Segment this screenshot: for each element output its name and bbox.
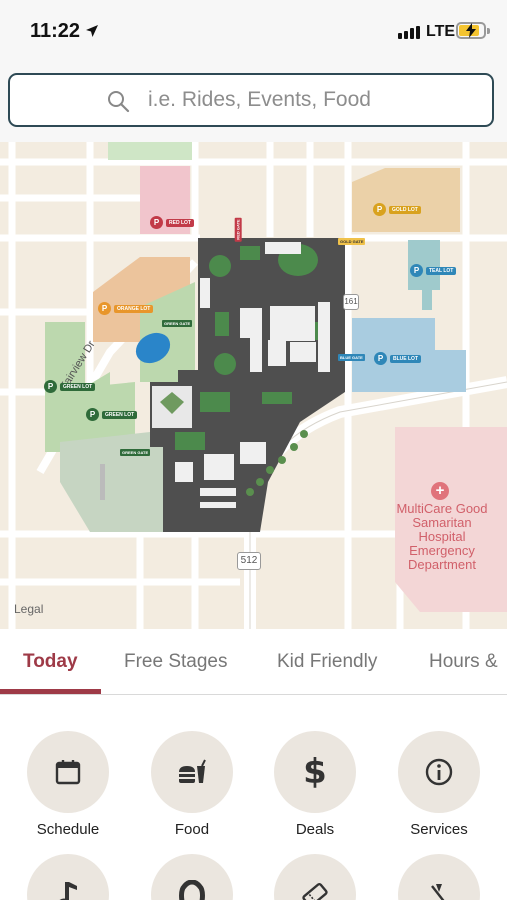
parking-marker-green[interactable]: P GREEN LOT xyxy=(86,408,138,421)
tab-free-stages[interactable]: Free Stages xyxy=(124,651,228,673)
gate-label-red: RED GATE xyxy=(234,217,242,242)
parking-label: RED LOT xyxy=(166,218,194,227)
category-grid: Schedule Food $ Deals Services xyxy=(0,696,507,900)
category-schedule[interactable]: Schedule xyxy=(13,731,123,838)
search-icon xyxy=(108,91,130,113)
category-food[interactable]: Food xyxy=(137,731,247,838)
gate-label-green-2: GREEN GATE xyxy=(162,320,193,327)
parking-marker-orange[interactable]: P ORANGE LOT xyxy=(98,302,154,315)
parking-icon: P xyxy=(44,380,57,393)
category-circle xyxy=(27,731,109,813)
search-area xyxy=(0,62,507,142)
category-label: Services xyxy=(410,821,468,838)
search-box[interactable] xyxy=(8,73,494,127)
gate-label-gold: GOLD GATE xyxy=(338,238,366,245)
parking-icon: P xyxy=(410,264,423,277)
parking-marker-teal[interactable]: P TEAL LOT xyxy=(410,264,457,277)
status-time: 11:22 xyxy=(30,20,81,42)
category-circle xyxy=(151,731,233,813)
category-rides[interactable] xyxy=(384,854,494,900)
category-circle xyxy=(151,854,233,900)
search-input[interactable] xyxy=(148,84,468,116)
road-shield-512: 512 xyxy=(237,552,261,570)
parking-icon: P xyxy=(374,352,387,365)
category-label: Schedule xyxy=(36,821,100,838)
calendar-icon xyxy=(55,760,81,785)
parking-label: TEAL LOT xyxy=(426,266,457,275)
status-bar: 11:22 LTE xyxy=(0,0,507,62)
dollar-icon: $ xyxy=(303,752,327,792)
category-tabs: Today Free Stages Kid Friendly Hours & xyxy=(0,629,507,695)
parking-label: GOLD LOT xyxy=(389,205,421,214)
burger-drink-icon xyxy=(179,759,206,783)
parking-label: GREEN LOT xyxy=(60,382,96,391)
music-note-icon xyxy=(59,882,77,900)
category-label: Deals xyxy=(295,821,335,838)
signal-bars-icon xyxy=(398,26,420,39)
parking-label: ORANGE LOT xyxy=(114,304,154,313)
parking-icon: P xyxy=(98,302,111,315)
category-circle: $ xyxy=(274,731,356,813)
gate-label-green: GREEN GATE xyxy=(120,449,151,456)
category-music[interactable] xyxy=(13,854,123,900)
tab-today[interactable]: Today xyxy=(23,651,78,673)
hospital-label[interactable]: MultiCare Good Samaritan Hospital Emerge… xyxy=(380,502,504,572)
fairgrounds-map[interactable]: Fairview Dr P GOLD LOT P ORANGE LOT P BL… xyxy=(0,142,507,629)
location-arrow-icon xyxy=(86,25,98,37)
category-label: Food xyxy=(174,821,210,838)
category-circle xyxy=(274,854,356,900)
category-horseshoe[interactable] xyxy=(137,854,247,900)
info-icon xyxy=(425,758,453,786)
category-services[interactable]: Services xyxy=(384,731,494,838)
parking-marker-red[interactable]: P RED LOT xyxy=(150,216,194,229)
battery-charging-icon xyxy=(456,22,490,39)
category-deals[interactable]: $ Deals xyxy=(260,731,370,838)
parking-label: GREEN LOT xyxy=(102,410,138,419)
horseshoe-icon xyxy=(179,880,205,900)
category-tickets[interactable] xyxy=(260,854,370,900)
hospital-icon: + xyxy=(431,482,449,500)
parking-marker-green-2[interactable]: P GREEN LOT xyxy=(44,380,96,393)
road-shield-161: 161 xyxy=(343,294,359,310)
category-circle xyxy=(27,854,109,900)
parking-marker-blue[interactable]: P BLUE LOT xyxy=(374,352,421,365)
category-circle xyxy=(398,854,480,900)
parking-label: BLUE LOT xyxy=(390,354,421,363)
tab-kid-friendly[interactable]: Kid Friendly xyxy=(277,651,377,673)
parking-icon: P xyxy=(86,408,99,421)
category-circle xyxy=(398,731,480,813)
legal-link[interactable]: Legal xyxy=(14,602,43,616)
parking-icon: P xyxy=(150,216,163,229)
network-type: LTE xyxy=(426,23,456,40)
no-ride-icon xyxy=(431,884,445,900)
gate-label-blue: BLUE GATE xyxy=(338,354,365,361)
parking-icon: P xyxy=(373,203,386,216)
parking-marker-gold[interactable]: P GOLD LOT xyxy=(373,203,421,216)
ticket-icon xyxy=(302,882,328,900)
active-tab-indicator xyxy=(0,689,101,694)
tab-hours[interactable]: Hours & xyxy=(429,651,498,673)
